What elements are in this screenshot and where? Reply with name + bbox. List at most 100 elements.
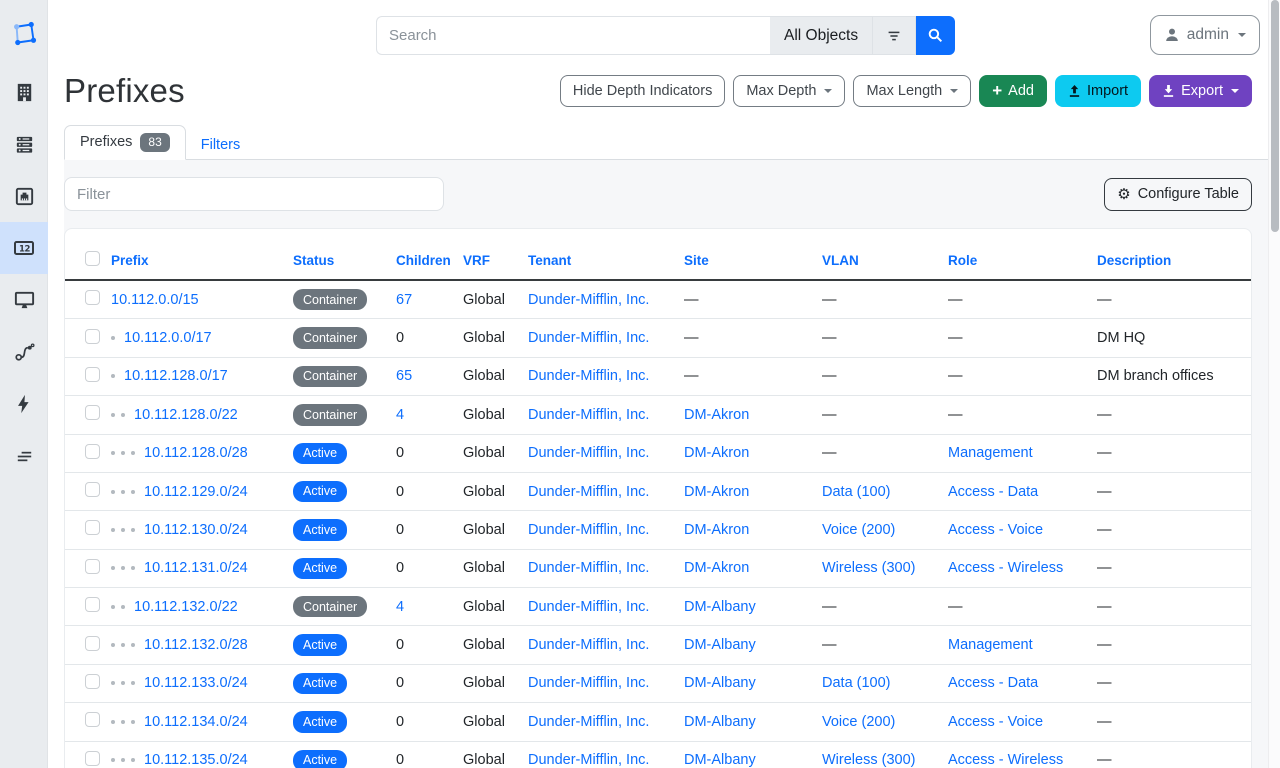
prefix-link[interactable]: 10.112.135.0/24 [144,752,248,768]
row-checkbox[interactable] [85,712,100,727]
tab-filters[interactable]: Filters [186,130,255,160]
column-sort-link[interactable]: Tenant [528,253,571,268]
site-value[interactable]: DM-Akron [684,407,749,423]
children-value[interactable]: 4 [396,599,404,615]
vlan-value[interactable]: Voice (200) [822,714,895,730]
column-sort-link[interactable]: VLAN [822,253,859,268]
column-sort-link[interactable]: Role [948,253,977,268]
vlan-value[interactable]: Wireless (300) [822,752,915,768]
add-button[interactable]: + Add [979,75,1047,107]
column-sort-link[interactable]: Children [396,253,451,268]
max-length-dropdown[interactable]: Max Length [853,75,971,107]
tenant-value[interactable]: Dunder-Mifflin, Inc. [528,714,649,730]
site-value[interactable]: DM-Albany [684,637,756,653]
import-button[interactable]: Import [1055,75,1141,107]
row-checkbox[interactable] [85,674,100,689]
prefix-link[interactable]: 10.112.0.0/15 [111,292,199,308]
table-filter-input[interactable] [64,177,444,211]
site-value[interactable]: DM-Akron [684,522,749,538]
sidebar-item-customization[interactable] [0,430,48,482]
vlan-value[interactable]: Data (100) [822,675,891,691]
column-sort-link[interactable]: Prefix [111,253,149,268]
tenant-value[interactable]: Dunder-Mifflin, Inc. [528,484,649,500]
row-checkbox[interactable] [85,559,100,574]
configure-table-button[interactable]: ⚙ Configure Table [1104,178,1252,211]
role-value[interactable]: Management [948,637,1033,653]
sidebar-item-devices[interactable] [0,118,48,170]
site-value[interactable]: DM-Akron [684,484,749,500]
row-checkbox[interactable] [85,636,100,651]
row-checkbox[interactable] [85,405,100,420]
tenant-value[interactable]: Dunder-Mifflin, Inc. [528,675,649,691]
search-filter-button[interactable] [873,16,916,55]
sidebar-item-connections[interactable] [0,170,48,222]
row-checkbox[interactable] [85,597,100,612]
max-depth-dropdown[interactable]: Max Depth [733,75,845,107]
prefix-link[interactable]: 10.112.134.0/24 [144,714,248,730]
row-checkbox[interactable] [85,444,100,459]
search-submit-button[interactable] [916,16,955,55]
prefix-link[interactable]: 10.112.129.0/24 [144,484,248,500]
site-value[interactable]: DM-Albany [684,599,756,615]
prefix-link[interactable]: 10.112.128.0/28 [144,445,248,461]
role-value[interactable]: Access - Data [948,675,1038,691]
row-checkbox[interactable] [85,482,100,497]
children-value[interactable]: 67 [396,292,412,308]
column-sort-link[interactable]: Site [684,253,709,268]
role-value[interactable]: Access - Voice [948,522,1043,538]
children-value[interactable]: 4 [396,407,404,423]
hide-depth-indicators-button[interactable]: Hide Depth Indicators [560,75,725,107]
column-sort-link[interactable]: Status [293,253,334,268]
sidebar-item-virtualization[interactable] [0,274,48,326]
tenant-value[interactable]: Dunder-Mifflin, Inc. [528,522,649,538]
site-value[interactable]: DM-Albany [684,675,756,691]
tenant-value[interactable]: Dunder-Mifflin, Inc. [528,407,649,423]
sidebar-item-ipam[interactable]: 1 2 [0,222,48,274]
prefix-link[interactable]: 10.112.0.0/17 [124,330,212,346]
global-search-input[interactable] [376,16,770,55]
tenant-value[interactable]: Dunder-Mifflin, Inc. [528,599,649,615]
user-menu-button[interactable]: admin [1150,15,1260,55]
vlan-value[interactable]: Data (100) [822,484,891,500]
prefix-link[interactable]: 10.112.131.0/24 [144,560,248,576]
role-value[interactable]: Access - Voice [948,714,1043,730]
tenant-value[interactable]: Dunder-Mifflin, Inc. [528,445,649,461]
tenant-value[interactable]: Dunder-Mifflin, Inc. [528,368,649,384]
prefix-link[interactable]: 10.112.132.0/22 [134,599,238,615]
site-value[interactable]: DM-Akron [684,445,749,461]
vlan-value[interactable]: Voice (200) [822,522,895,538]
site-value[interactable]: DM-Akron [684,560,749,576]
netbox-logo[interactable] [0,0,48,66]
prefix-link[interactable]: 10.112.130.0/24 [144,522,248,538]
tenant-value[interactable]: Dunder-Mifflin, Inc. [528,330,649,346]
search-scope-button[interactable]: All Objects [770,16,873,55]
column-sort-link[interactable]: VRF [463,253,490,268]
prefix-link[interactable]: 10.112.133.0/24 [144,675,248,691]
site-value[interactable]: DM-Albany [684,752,756,768]
sidebar-item-power[interactable] [0,378,48,430]
row-checkbox[interactable] [85,751,100,766]
column-sort-link[interactable]: Description [1097,253,1171,268]
tab-prefixes[interactable]: Prefixes 83 [64,125,186,160]
site-value[interactable]: DM-Albany [684,714,756,730]
sidebar-item-organization[interactable] [0,66,48,118]
tenant-value[interactable]: Dunder-Mifflin, Inc. [528,560,649,576]
prefix-link[interactable]: 10.112.132.0/28 [144,637,248,653]
scrollbar-thumb[interactable] [1271,0,1279,232]
row-checkbox[interactable] [85,329,100,344]
role-value[interactable]: Access - Data [948,484,1038,500]
sidebar-item-circuits[interactable] [0,326,48,378]
tenant-value[interactable]: Dunder-Mifflin, Inc. [528,752,649,768]
tenant-value[interactable]: Dunder-Mifflin, Inc. [528,637,649,653]
prefix-link[interactable]: 10.112.128.0/22 [134,407,238,423]
select-all-checkbox[interactable] [85,251,100,266]
page-scrollbar[interactable] [1268,0,1280,768]
row-checkbox[interactable] [85,520,100,535]
children-value[interactable]: 65 [396,368,412,384]
export-dropdown[interactable]: Export [1149,75,1252,107]
row-checkbox[interactable] [85,367,100,382]
prefix-link[interactable]: 10.112.128.0/17 [124,368,228,384]
role-value[interactable]: Management [948,445,1033,461]
role-value[interactable]: Access - Wireless [948,560,1063,576]
tenant-value[interactable]: Dunder-Mifflin, Inc. [528,292,649,308]
